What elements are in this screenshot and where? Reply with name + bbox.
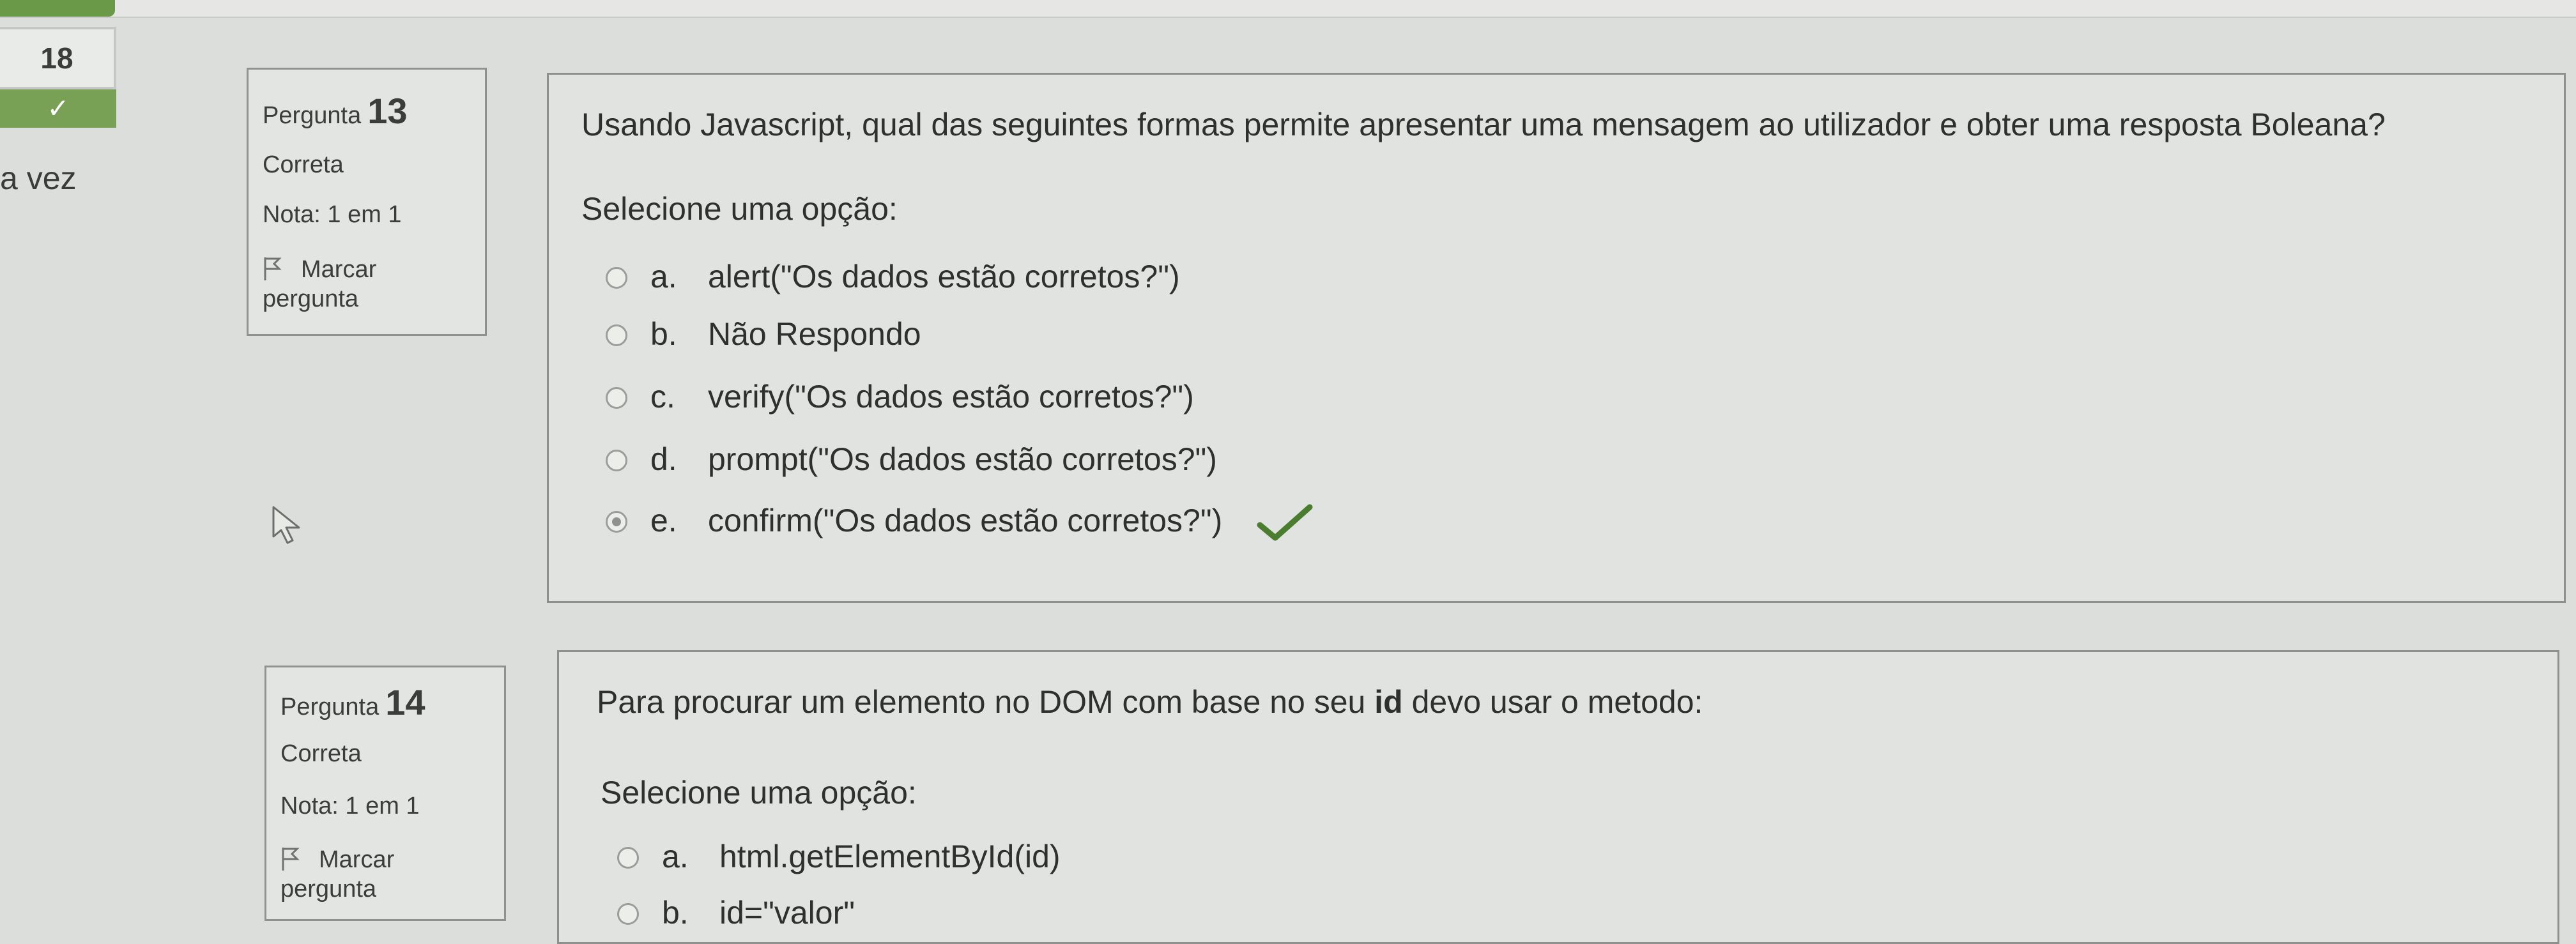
- flag-label: Marcar pergunta: [280, 846, 395, 902]
- answer-prompt: Selecione uma opção:: [601, 775, 917, 811]
- flag-icon: [280, 846, 300, 879]
- question-text: Para procurar um elemento no DOM com bas…: [597, 684, 1703, 720]
- radio-button[interactable]: [617, 903, 639, 925]
- question-status: Correta: [263, 151, 344, 178]
- flag-question-link[interactable]: Marcar pergunta: [263, 255, 403, 314]
- answer-prompt: Selecione uma opção:: [581, 191, 898, 227]
- flag-question-link[interactable]: Marcar pergunta: [280, 845, 421, 904]
- radio-button[interactable]: [606, 324, 627, 346]
- radio-button[interactable]: [606, 267, 627, 289]
- mouse-cursor-icon: [271, 505, 309, 550]
- question-info-13: Pergunta 13 Correta Nota: 1 em 1 Marcar p…: [247, 68, 487, 336]
- nav-tile-top[interactable]: [0, 0, 115, 17]
- radio-button[interactable]: [606, 387, 627, 409]
- question-text: Usando Javascript, qual das seguintes fo…: [581, 107, 2386, 142]
- radio-button[interactable]: [617, 847, 639, 869]
- quiz-nav-number: 18: [0, 27, 116, 89]
- question-number: Pergunta 14: [280, 682, 425, 722]
- quiz-nav-tile-18[interactable]: 18 ✓: [0, 27, 116, 129]
- question-grade: Nota: 1 em 1: [263, 201, 402, 228]
- top-strip: [0, 0, 2576, 18]
- question-info-14: Pergunta 14 Correta Nota: 1 em 1 Marcar p…: [264, 666, 506, 921]
- flag-label: Marcar pergunta: [263, 256, 377, 312]
- check-icon: ✓: [0, 89, 116, 128]
- side-text: a vez: [0, 160, 77, 196]
- radio-button-selected[interactable]: [606, 511, 627, 533]
- correct-check-icon: [1256, 503, 1314, 545]
- flag-icon: [263, 256, 282, 289]
- question-number: Pergunta 13: [263, 91, 408, 131]
- question-grade: Nota: 1 em 1: [280, 793, 420, 819]
- question-status: Correta: [280, 740, 362, 767]
- radio-button[interactable]: [606, 450, 627, 471]
